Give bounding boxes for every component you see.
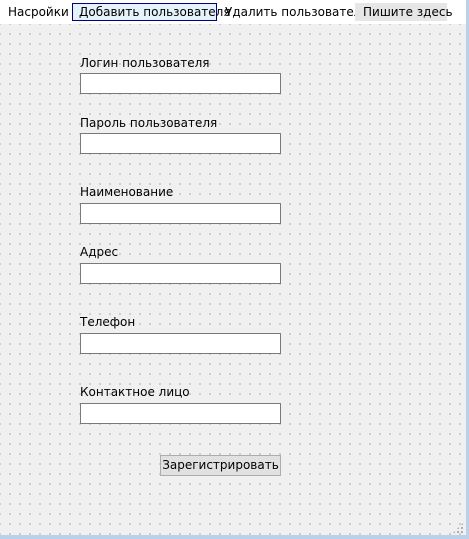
contact-person-input[interactable] <box>80 403 281 424</box>
phone-label: Телефон <box>80 315 136 329</box>
menu-item-add-user[interactable]: Добавить пользователя <box>72 3 231 21</box>
address-input[interactable] <box>80 263 281 284</box>
menu-item-settings[interactable]: Насройки <box>8 3 69 21</box>
menu-item-type-here[interactable]: Пишите здесь <box>355 3 453 21</box>
form-designer-canvas: Логин пользователя Пароль пользователя Н… <box>0 24 466 535</box>
window-frame-bottom <box>0 535 469 539</box>
register-button[interactable]: Зарегистрировать <box>160 455 281 476</box>
password-input[interactable] <box>80 133 281 154</box>
name-input[interactable] <box>80 203 281 224</box>
name-label: Наименование <box>80 185 174 199</box>
contact-person-label: Контактное лицо <box>80 385 190 399</box>
phone-input[interactable] <box>80 333 281 354</box>
address-label: Адрес <box>80 245 119 259</box>
password-label: Пароль пользователя <box>80 116 218 130</box>
login-label: Логин пользователя <box>80 56 210 70</box>
login-input[interactable] <box>80 73 281 94</box>
menu-item-delete-user[interactable]: Удалить пользователя <box>225 3 369 21</box>
menu-bar: Насройки Добавить пользователя Удалить п… <box>0 0 466 24</box>
